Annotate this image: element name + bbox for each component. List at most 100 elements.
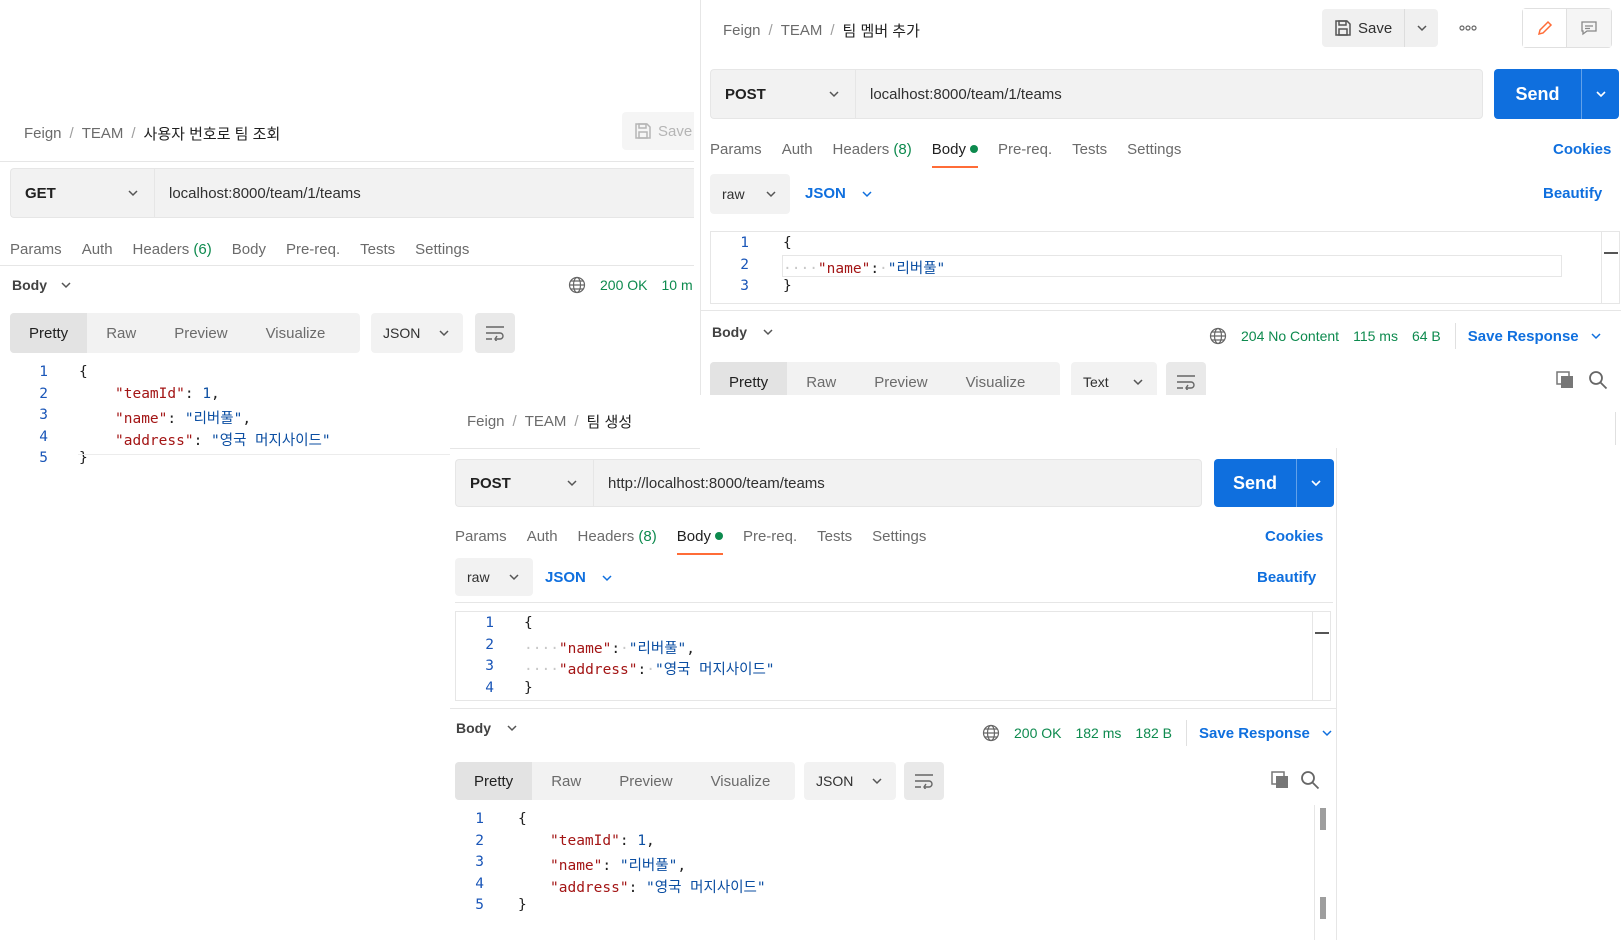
more-options-icon[interactable] [1458,20,1478,36]
view-visualize[interactable]: Visualize [247,313,345,353]
code-line: { [783,235,792,251]
cookies-link[interactable]: Cookies [1265,528,1323,545]
breadcrumb-collection[interactable]: Feign [723,22,761,39]
copy-icon[interactable] [1270,770,1290,790]
response-scrollbar[interactable] [1314,805,1332,940]
globe-icon[interactable] [982,724,1000,742]
editor-scrollbar[interactable] [1312,612,1330,700]
tab-tests[interactable]: Tests [817,528,852,555]
tab-settings[interactable]: Settings [415,241,469,268]
send-button[interactable]: Send [1494,69,1619,119]
breadcrumb-collection[interactable]: Feign [467,413,505,430]
breadcrumb-folder[interactable]: TEAM [82,125,124,142]
globe-icon[interactable] [568,276,586,294]
response-body-select[interactable]: Body [12,277,73,293]
tab-params[interactable]: Params [455,528,507,555]
tab-prereq[interactable]: Pre-req. [998,141,1052,168]
comments-icon[interactable] [1567,9,1611,47]
status-badge[interactable]: 200 OK [600,277,647,293]
send-button[interactable]: Send [1214,459,1334,507]
method-select[interactable]: POST [710,69,855,119]
method-select[interactable]: POST [455,459,593,507]
beautify-link[interactable]: Beautify [1543,185,1602,202]
breadcrumb-folder[interactable]: TEAM [781,22,823,39]
response-time[interactable]: 182 ms [1075,725,1121,741]
breadcrumb-folder[interactable]: TEAM [525,413,567,430]
tab-body[interactable]: Body [232,241,266,268]
method-label: POST [725,85,766,103]
search-icon[interactable] [1588,370,1608,390]
tab-prereq[interactable]: Pre-req. [743,528,797,555]
headers-count: (6) [193,241,212,258]
save-button[interactable]: Save [622,112,694,150]
url-input[interactable]: localhost:8000/team/1/teams [855,69,1483,119]
beautify-link[interactable]: Beautify [1257,569,1316,586]
view-raw[interactable]: Raw [87,313,155,353]
view-pretty[interactable]: Pretty [10,313,88,353]
chevron-down-icon [827,87,841,101]
edit-icon[interactable] [1523,9,1567,47]
copy-icon[interactable] [1555,370,1575,390]
search-icon[interactable] [1300,770,1320,790]
method-select[interactable]: GET [10,168,154,218]
editor-scrollbar[interactable] [1601,232,1619,303]
line-number: 5 [475,897,484,913]
format-select[interactable]: JSON [804,762,896,800]
view-pretty[interactable]: Pretty [455,762,533,800]
tab-prereq[interactable]: Pre-req. [286,241,340,268]
tab-tests[interactable]: Tests [1072,141,1107,168]
status-badge[interactable]: 204 No Content [1241,328,1339,344]
tab-body[interactable]: Body [676,528,724,555]
response-size[interactable]: 182 B [1135,725,1172,741]
code-line: } [518,897,527,913]
body-mode-select[interactable]: raw [710,174,790,214]
url-input[interactable]: http://localhost:8000/team/teams [593,459,1202,507]
tab-body[interactable]: Body [931,141,979,168]
request-body-editor[interactable]: 1 2 3 { ····"name":·"리버풀" } [710,231,1620,304]
tab-settings[interactable]: Settings [1127,141,1181,168]
request-title[interactable]: 팀 생성 [587,411,633,432]
tab-settings[interactable]: Settings [872,528,926,555]
view-visualize[interactable]: Visualize [692,762,790,800]
view-raw[interactable]: Raw [532,762,600,800]
chevron-down-icon[interactable] [1404,9,1438,47]
request-title[interactable]: 팀 멤버 추가 [843,20,920,41]
view-preview[interactable]: Preview [155,313,246,353]
body-format-select[interactable]: JSON [805,185,874,202]
chevron-down-icon[interactable] [1296,459,1334,507]
tab-headers[interactable]: Headers (8) [578,528,657,555]
body-mode-select[interactable]: raw [455,558,533,596]
response-time[interactable]: 10 m [661,277,692,293]
tab-auth[interactable]: Auth [82,241,113,268]
tab-headers[interactable]: Headers (8) [833,141,912,168]
chevron-down-icon[interactable] [1581,69,1619,119]
save-response-button[interactable]: Save Response [1468,328,1603,345]
wrap-lines-button[interactable] [475,313,515,353]
tab-headers[interactable]: Headers (6) [133,241,212,268]
cookies-link[interactable]: Cookies [1553,141,1611,158]
save-response-button[interactable]: Save Response [1199,725,1334,742]
status-badge[interactable]: 200 OK [1014,725,1061,741]
request-body-editor[interactable]: 1 2 3 4 { ····"name":·"리버풀", ····"addres… [455,611,1331,701]
tab-auth[interactable]: Auth [782,141,813,168]
breadcrumb: Feign / TEAM / 사용자 번호로 팀 조회 [24,123,281,144]
tab-auth[interactable]: Auth [527,528,558,555]
response-size[interactable]: 64 B [1412,328,1441,344]
tab-params[interactable]: Params [10,241,62,268]
tab-params[interactable]: Params [710,141,762,168]
response-time[interactable]: 115 ms [1353,328,1398,344]
url-input[interactable]: localhost:8000/team/1/teams [154,168,694,218]
body-indicator-dot [714,532,723,540]
request-title[interactable]: 사용자 번호로 팀 조회 [144,123,281,144]
chevron-down-icon [764,187,778,201]
globe-icon[interactable] [1209,327,1227,345]
tab-tests[interactable]: Tests [360,241,395,268]
breadcrumb-collection[interactable]: Feign [24,125,62,142]
response-body-select[interactable]: Body [712,324,775,340]
body-format-select[interactable]: JSON [545,569,614,586]
save-button[interactable]: Save [1322,9,1438,47]
response-body-select[interactable]: Body [456,720,519,736]
format-select[interactable]: JSON [371,313,463,353]
view-preview[interactable]: Preview [600,762,691,800]
wrap-lines-button[interactable] [904,762,944,800]
